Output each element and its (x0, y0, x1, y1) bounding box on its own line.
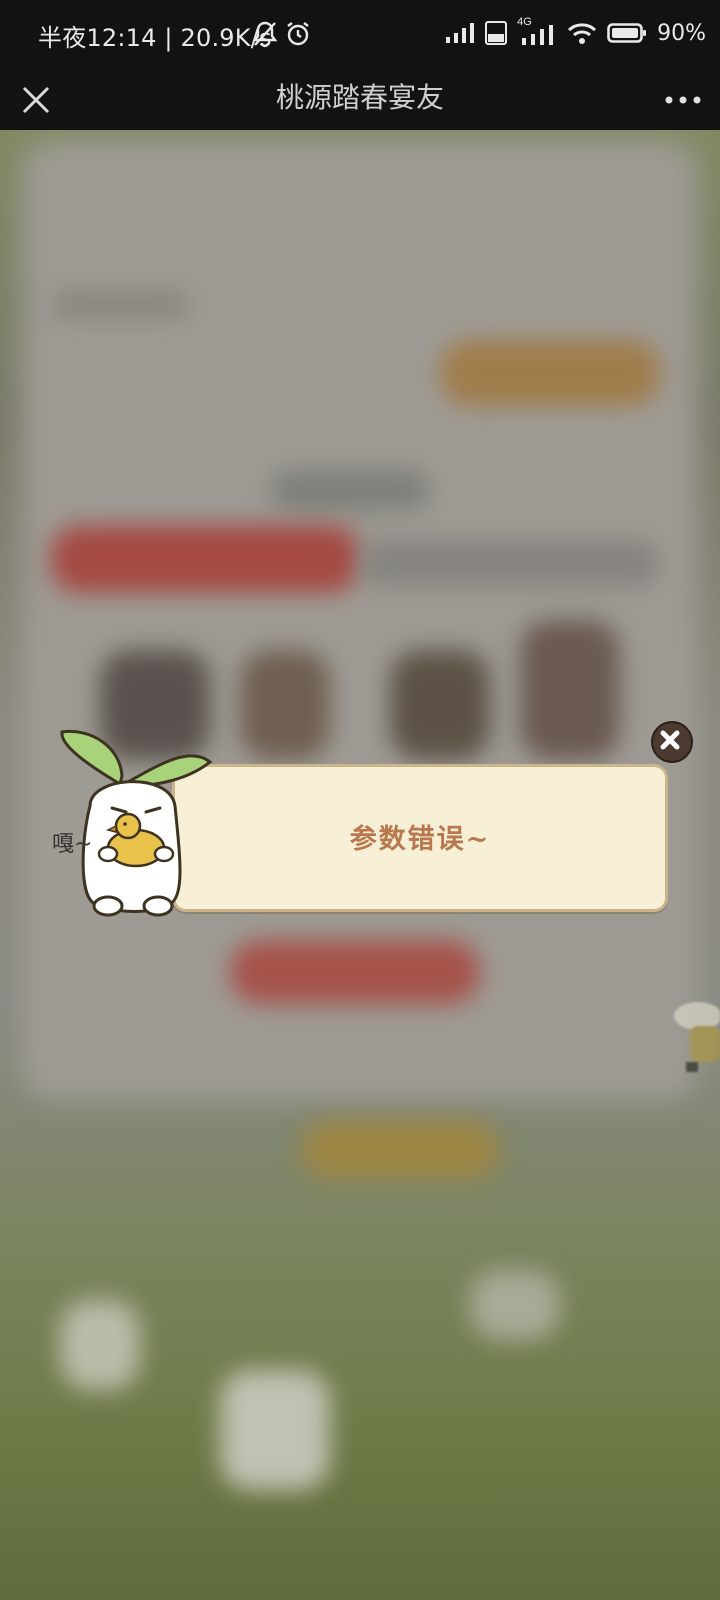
dialog-close-button[interactable] (651, 721, 693, 763)
dialog-box: 参数错误~ (172, 764, 668, 912)
close-icon (660, 730, 680, 750)
dialog-message: 参数错误~ (349, 824, 491, 855)
mascot-sound-text: 嘎~ (52, 832, 93, 857)
error-dialog: 参数错误~ 嘎~ (0, 0, 720, 1600)
